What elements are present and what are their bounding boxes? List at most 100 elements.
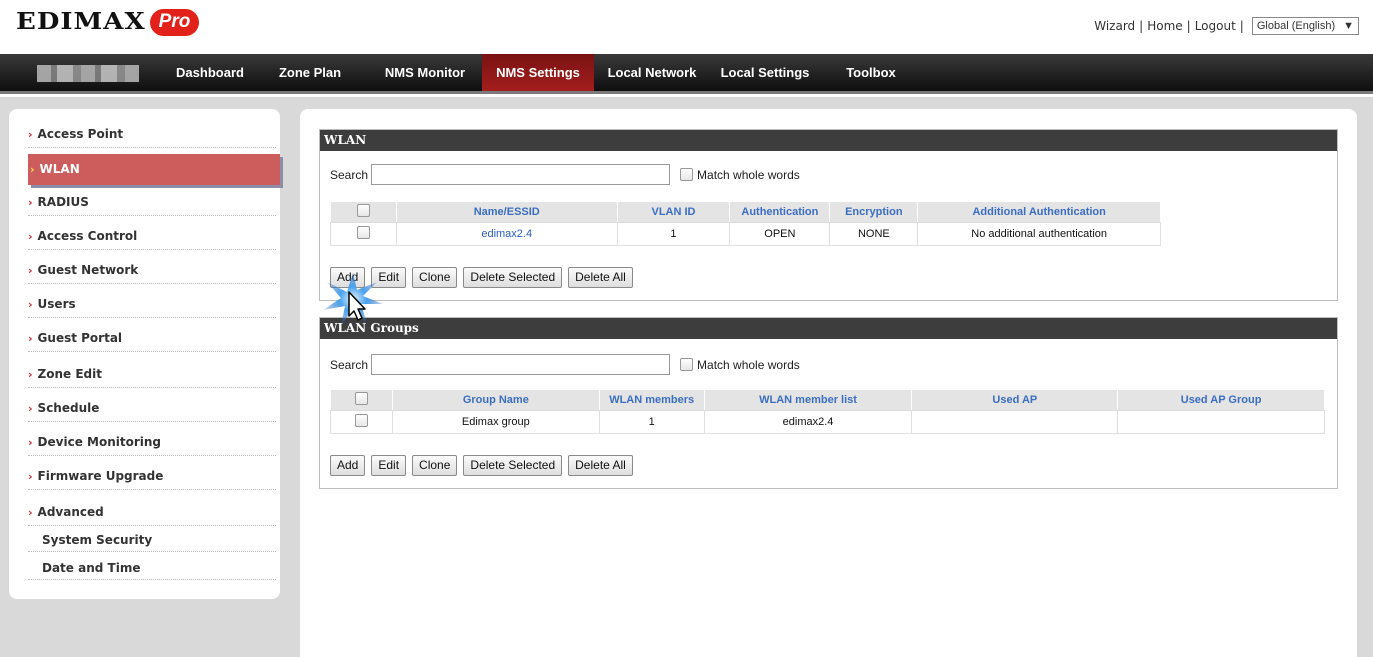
chevron-right-icon: › xyxy=(28,506,33,519)
add-button[interactable]: Add xyxy=(330,455,366,476)
column-header[interactable]: WLAN member list xyxy=(703,389,913,411)
separator: | xyxy=(1139,19,1144,33)
search-input[interactable] xyxy=(371,354,671,375)
nav-zone-plan[interactable]: Zone Plan xyxy=(270,54,350,91)
column-header[interactable]: Authentication xyxy=(729,201,831,223)
sidebar: › Access Point › WLAN › RADIUS › Access Cont… xyxy=(9,109,280,599)
nav-local-network[interactable]: Local Network xyxy=(600,54,704,91)
sidebar-item-label: WLAN xyxy=(39,162,80,176)
wlan-section: WLAN Search Match whole words Name/ESSID… xyxy=(319,129,1338,301)
section-title: WLAN xyxy=(320,130,1337,151)
sidebar-item-access-control[interactable]: › Access Control xyxy=(28,223,276,250)
nav-nms-settings[interactable]: NMS Settings xyxy=(482,54,594,91)
nav-dashboard[interactable]: Dashboard xyxy=(159,54,261,91)
match-whole-words[interactable]: Match whole words xyxy=(680,168,800,182)
search-row: Search Match whole words xyxy=(330,354,800,375)
member-list-cell: edimax2.4 xyxy=(703,410,913,434)
chevron-right-icon: › xyxy=(28,436,33,449)
sidebar-item-label: Access Point xyxy=(37,127,124,141)
chevron-right-icon: › xyxy=(28,368,33,381)
logo-pill: Pro xyxy=(149,8,200,36)
sidebar-item-device-monitoring[interactable]: › Device Monitoring xyxy=(28,429,276,456)
sidebar-subitem-date-and-time[interactable]: Date and Time xyxy=(28,557,276,580)
search-input[interactable] xyxy=(371,164,671,185)
chevron-right-icon: › xyxy=(28,332,33,345)
select-all-checkbox[interactable] xyxy=(356,204,370,217)
delete-all-button[interactable]: Delete All xyxy=(568,455,633,476)
table-row[interactable]: Edimax group 1 edimax2.4 xyxy=(330,410,1325,434)
sidebar-item-access-point[interactable]: › Access Point xyxy=(28,121,276,148)
search-row: Search Match whole words xyxy=(330,164,800,185)
nav-toolbox[interactable]: Toolbox xyxy=(836,54,906,91)
sidebar-item-zone-edit[interactable]: › Zone Edit xyxy=(28,361,276,388)
chevron-right-icon: › xyxy=(28,196,33,209)
edit-button[interactable]: Edit xyxy=(371,455,407,476)
delete-all-button[interactable]: Delete All xyxy=(568,267,633,288)
row-checkbox[interactable] xyxy=(354,414,368,427)
match-whole-words[interactable]: Match whole words xyxy=(680,358,800,372)
essid-link[interactable]: edimax2.4 xyxy=(395,222,618,246)
sidebar-item-schedule[interactable]: › Schedule xyxy=(28,395,276,422)
column-header[interactable]: Name/ESSID xyxy=(395,201,618,223)
sidebar-item-firmware-upgrade[interactable]: › Firmware Upgrade xyxy=(28,463,276,490)
column-header[interactable]: VLAN ID xyxy=(616,201,731,223)
column-header[interactable]: Encryption xyxy=(829,201,919,223)
sidebar-item-radius[interactable]: › RADIUS xyxy=(28,189,276,216)
search-label: Search xyxy=(330,167,369,182)
chevron-right-icon: › xyxy=(28,230,33,243)
sidebar-item-label: Zone Edit xyxy=(37,367,102,381)
column-header[interactable]: Additional Authentication xyxy=(917,201,1161,223)
wlan-groups-section: WLAN Groups Search Match whole words Gro… xyxy=(319,317,1338,489)
auth-cell: OPEN xyxy=(729,222,831,246)
used-ap-group-cell xyxy=(1117,410,1325,434)
main-nav: Dashboard Zone Plan NMS Monitor NMS Sett… xyxy=(0,54,1373,94)
chevron-right-icon: › xyxy=(28,402,33,415)
sidebar-subitem-system-security[interactable]: System Security xyxy=(28,529,276,552)
column-header[interactable]: Group Name xyxy=(391,389,600,411)
wizard-link[interactable]: Wizard xyxy=(1094,19,1135,33)
top-links: Wizard | Home | Logout | Global (English… xyxy=(1094,17,1359,35)
sidebar-item-guest-portal[interactable]: › Guest Portal xyxy=(28,325,276,352)
vlan-cell: 1 xyxy=(616,222,731,246)
match-checkbox[interactable] xyxy=(680,358,694,371)
sidebar-item-label: Guest Network xyxy=(37,263,139,277)
language-select[interactable]: Global (English) ▼ xyxy=(1251,17,1359,35)
dropdown-arrow-icon: ▼ xyxy=(1343,20,1354,32)
chevron-right-icon: › xyxy=(28,298,33,311)
delete-selected-button[interactable]: Delete Selected xyxy=(463,267,563,288)
clone-button[interactable]: Clone xyxy=(412,267,458,288)
column-header[interactable]: Used AP Group xyxy=(1117,389,1325,411)
blurred-device-name xyxy=(37,65,139,82)
separator: | xyxy=(1239,19,1244,33)
match-checkbox[interactable] xyxy=(680,168,694,181)
used-ap-cell xyxy=(911,410,1119,434)
delete-selected-button[interactable]: Delete Selected xyxy=(463,455,563,476)
home-link[interactable]: Home xyxy=(1147,19,1182,33)
search-label: Search xyxy=(330,357,369,372)
separator: | xyxy=(1186,19,1191,33)
clone-button[interactable]: Clone xyxy=(412,455,458,476)
row-checkbox[interactable] xyxy=(356,226,370,239)
sidebar-item-label: Device Monitoring xyxy=(37,435,161,449)
sidebar-item-advanced[interactable]: › Advanced xyxy=(28,499,276,526)
column-header[interactable]: WLAN members xyxy=(598,389,705,411)
sidebar-item-wlan[interactable]: › WLAN xyxy=(28,154,280,185)
logout-link[interactable]: Logout xyxy=(1195,19,1236,33)
column-header[interactable]: Used AP xyxy=(911,389,1119,411)
table-row[interactable]: edimax2.4 1 OPEN NONE No additional auth… xyxy=(330,222,1161,246)
sidebar-item-label: Schedule xyxy=(37,401,100,415)
nav-local-settings[interactable]: Local Settings xyxy=(710,54,820,91)
sidebar-item-users[interactable]: › Users xyxy=(28,291,276,318)
sidebar-item-guest-network[interactable]: › Guest Network xyxy=(28,257,276,284)
row-select-cell xyxy=(330,222,397,246)
section-title: WLAN Groups xyxy=(320,318,1337,339)
edimax-pro-logo[interactable]: EDIMAX Pro xyxy=(16,6,200,38)
select-all-checkbox[interactable] xyxy=(354,392,368,405)
nav-nms-monitor[interactable]: NMS Monitor xyxy=(377,54,473,91)
sidebar-item-label: Firmware Upgrade xyxy=(37,469,164,483)
sidebar-item-label: Users xyxy=(37,297,76,311)
wlan-table: Name/ESSID VLAN ID Authentication Encryp… xyxy=(330,201,1161,246)
wlan-groups-table: Group Name WLAN members WLAN member list… xyxy=(330,389,1325,434)
chevron-right-icon: › xyxy=(28,470,33,483)
chevron-right-icon: › xyxy=(28,264,33,277)
